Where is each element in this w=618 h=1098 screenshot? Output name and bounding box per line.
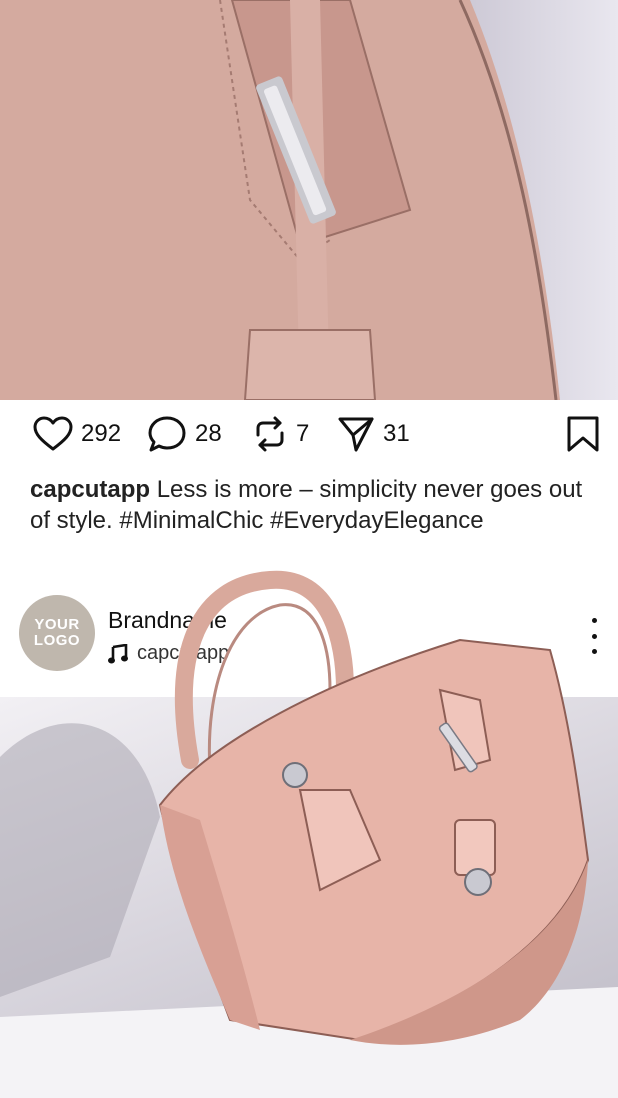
post-image-top[interactable] [0,0,618,400]
like-button[interactable]: 292 [33,414,121,454]
more-options-button[interactable] [582,618,606,654]
caption-username[interactable]: capcutapp [30,476,150,503]
repost-count: 7 [296,420,310,447]
repost-button[interactable]: 7 [252,414,309,454]
post-header: YOUR LOGO Brandname capcutapp [0,590,618,695]
like-count: 292 [81,420,122,447]
post-action-bar: 292 28 7 31 [0,400,618,470]
more-vertical-icon [591,618,597,623]
shadow-shapes [0,723,618,1098]
brand-name[interactable]: Brandname [108,607,227,634]
share-count: 31 [383,420,410,447]
send-icon [338,417,374,452]
comment-count: 28 [195,420,222,447]
repost-icon [256,416,284,452]
share-button[interactable]: 31 [337,414,410,454]
post-image-bottom[interactable] [0,697,618,1098]
avatar[interactable]: YOUR LOGO [19,595,95,671]
logo-line-1: YOUR [34,616,80,633]
bookmark-button[interactable] [566,414,600,454]
bookmark-icon [567,416,599,452]
comment-icon [148,416,186,452]
music-note-icon [108,643,128,663]
bag-closeup-illustration [0,0,560,400]
logo-line-2: LOGO [33,632,81,649]
post-caption: capcutapp Less is more – simplicity neve… [30,474,590,536]
heart-icon [33,416,73,451]
audio-label: capcutapp [137,642,230,664]
comment-button[interactable]: 28 [147,414,222,454]
audio-track[interactable]: capcutapp [108,642,229,665]
